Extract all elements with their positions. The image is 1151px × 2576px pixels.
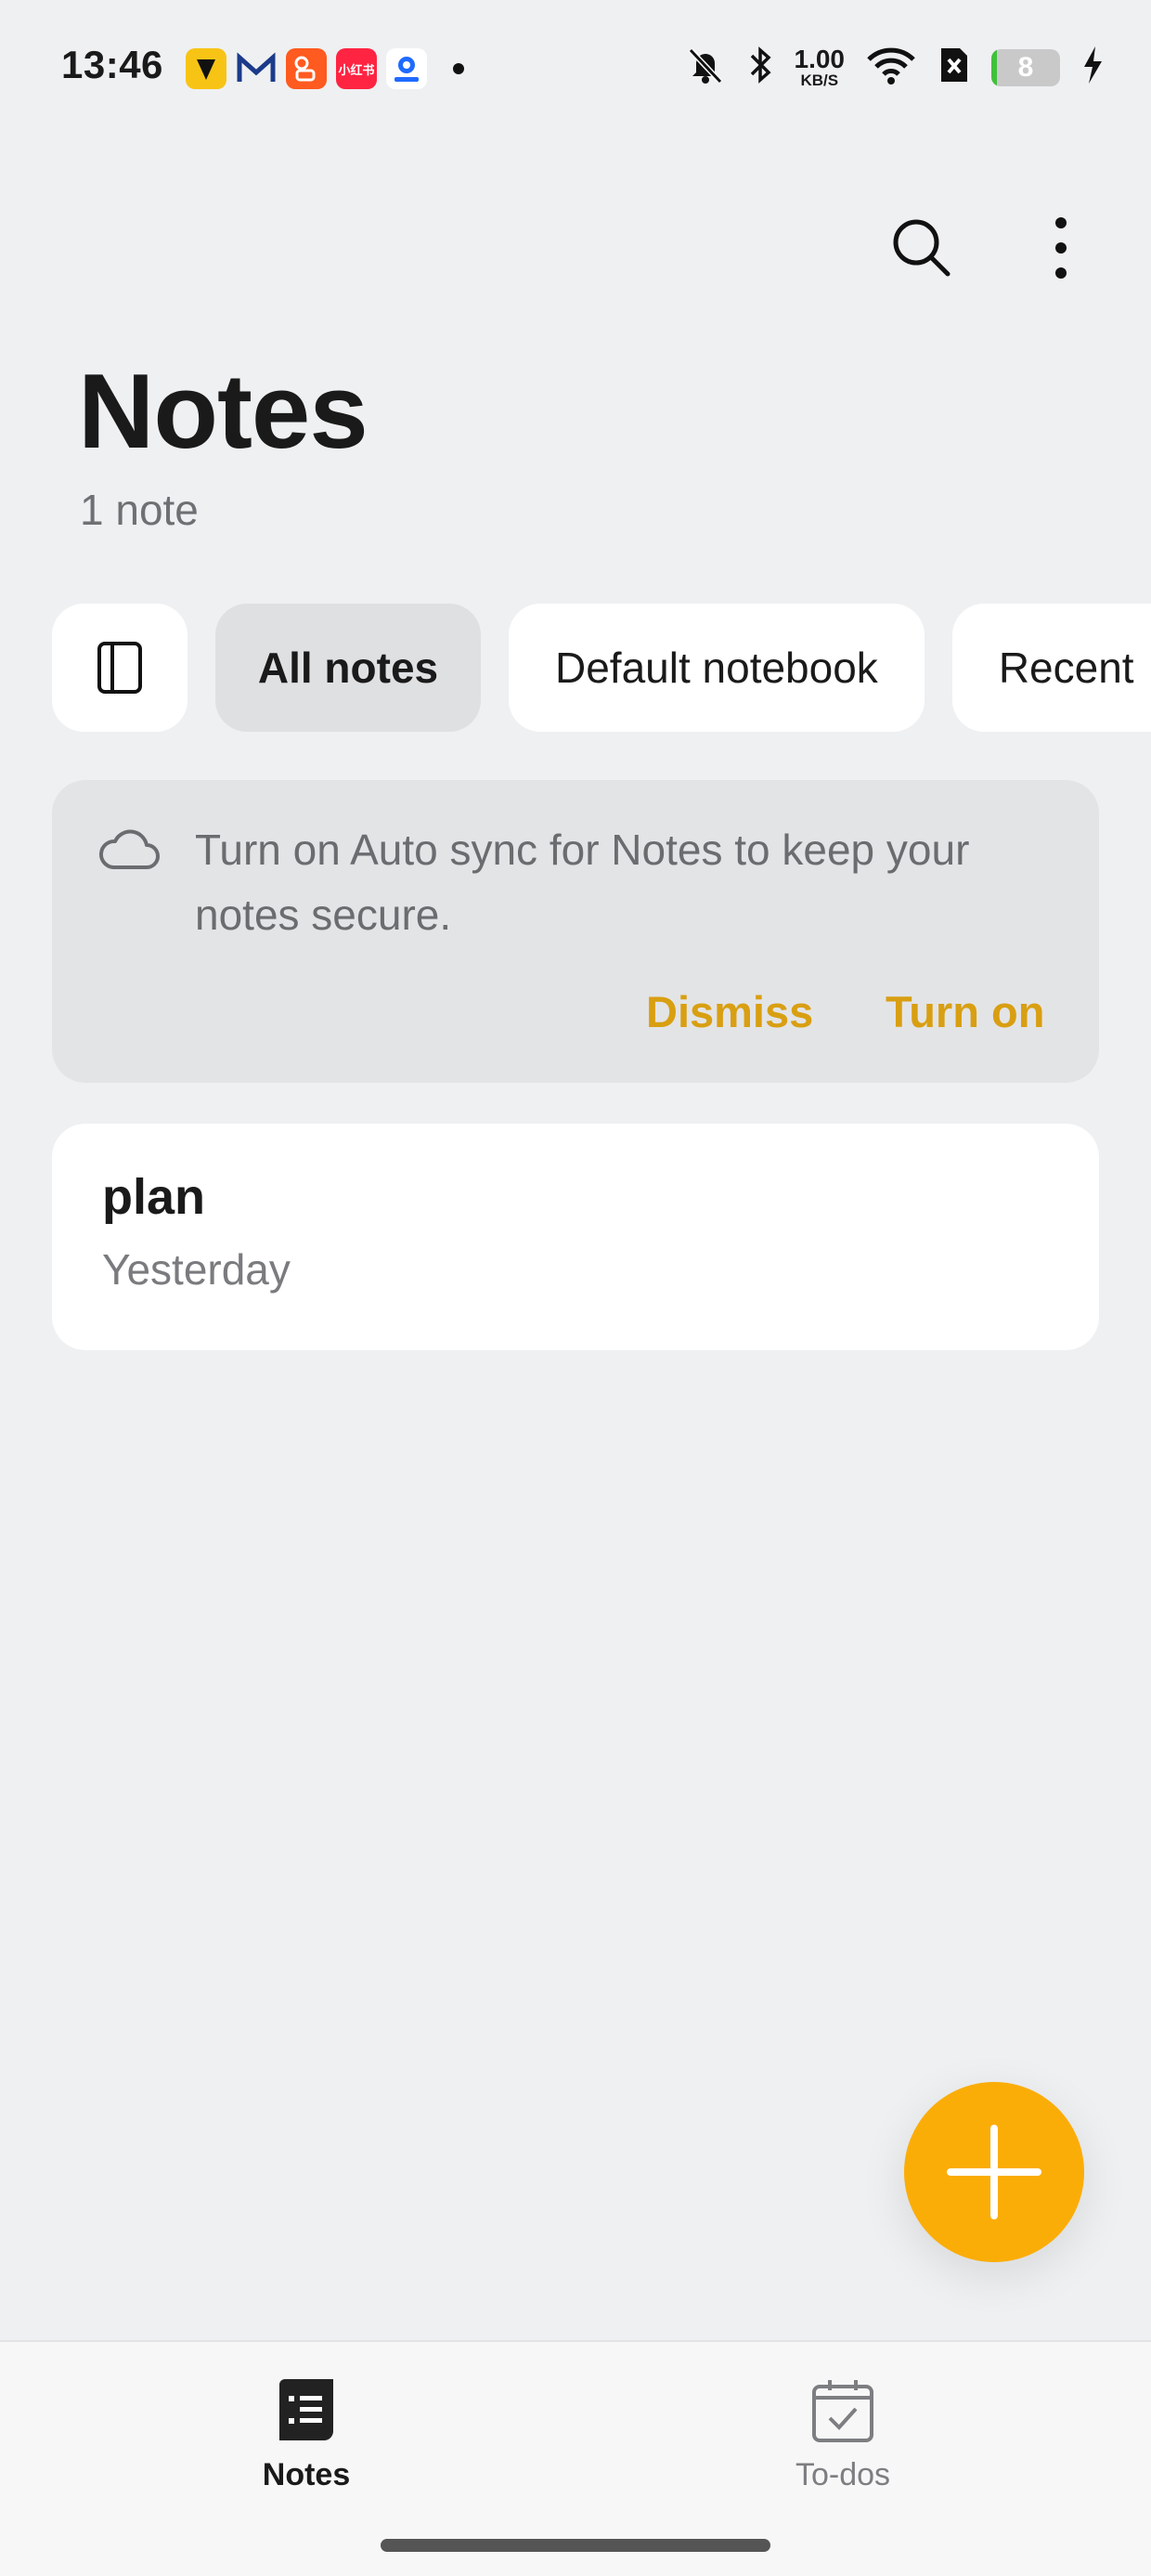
sync-message: Turn on Auto sync for Notes to keep your… (195, 826, 970, 939)
mail-app-icon (236, 48, 277, 89)
note-date: Yesterday (102, 1245, 291, 1294)
notebook-filter-bar: All notes Default notebook Recent (52, 604, 1151, 732)
page-title: Notes (78, 353, 369, 471)
note-card[interactable]: plan Yesterday (52, 1124, 1099, 1350)
plus-icon (947, 2125, 1041, 2219)
nav-tab-notes[interactable]: Notes (167, 2377, 446, 2493)
filter-chip-all-notes[interactable]: All notes (215, 604, 481, 732)
map-app-icon (386, 48, 427, 89)
nav-tab-todos-label: To-dos (795, 2457, 891, 2492)
dismiss-button[interactable]: Dismiss (646, 986, 813, 1037)
filter-chip-recent[interactable]: Recent (951, 604, 1151, 732)
status-bar: 13:46 小红书 1.00 KB/S 8 (0, 0, 1151, 139)
search-icon (893, 219, 951, 277)
notification-icons: 小红书 (186, 48, 464, 89)
net-speed-unit: KB/S (800, 72, 839, 89)
status-time: 13:46 (61, 43, 163, 86)
cat-app-icon (186, 48, 226, 89)
mute-bell-icon (685, 45, 726, 90)
xiaohongshu-app-icon: 小红书 (336, 48, 377, 89)
net-speed: 1.00 KB/S (794, 45, 846, 89)
kuaishou-app-icon (286, 48, 327, 89)
notes-tab-icon (279, 2379, 333, 2440)
note-title: plan (102, 1169, 206, 1225)
more-vert-icon (1055, 217, 1067, 279)
new-note-button[interactable] (904, 2082, 1084, 2262)
cloud-icon (98, 829, 160, 869)
home-indicator[interactable] (381, 2539, 770, 2552)
battery-indicator: 8 (991, 48, 1060, 86)
bluetooth-icon (746, 45, 774, 90)
wifi-icon (865, 45, 917, 90)
filter-chip-default-notebook[interactable]: Default notebook (509, 604, 925, 732)
more-options-button[interactable] (1019, 206, 1103, 290)
auto-sync-banner: Turn on Auto sync for Notes to keep your… (52, 780, 1099, 1083)
net-speed-value: 1.00 (794, 45, 846, 73)
more-notifications-dot (453, 63, 464, 74)
battery-level: 8 (1017, 51, 1034, 83)
nav-tab-todos[interactable]: To-dos (704, 2377, 982, 2493)
system-icons: 1.00 KB/S 8 (685, 45, 1106, 90)
todos-tab-icon (812, 2380, 873, 2442)
battery-fill (991, 48, 997, 86)
turn-on-button[interactable]: Turn on (886, 986, 1044, 1037)
charging-icon (1080, 45, 1105, 90)
nav-tab-notes-label: Notes (262, 2457, 351, 2492)
no-sim-icon (938, 45, 971, 90)
note-count: 1 note (80, 486, 199, 534)
notebooks-panel-button[interactable] (52, 604, 188, 732)
notebook-sidebar-icon (97, 642, 142, 694)
search-button[interactable] (880, 206, 963, 290)
